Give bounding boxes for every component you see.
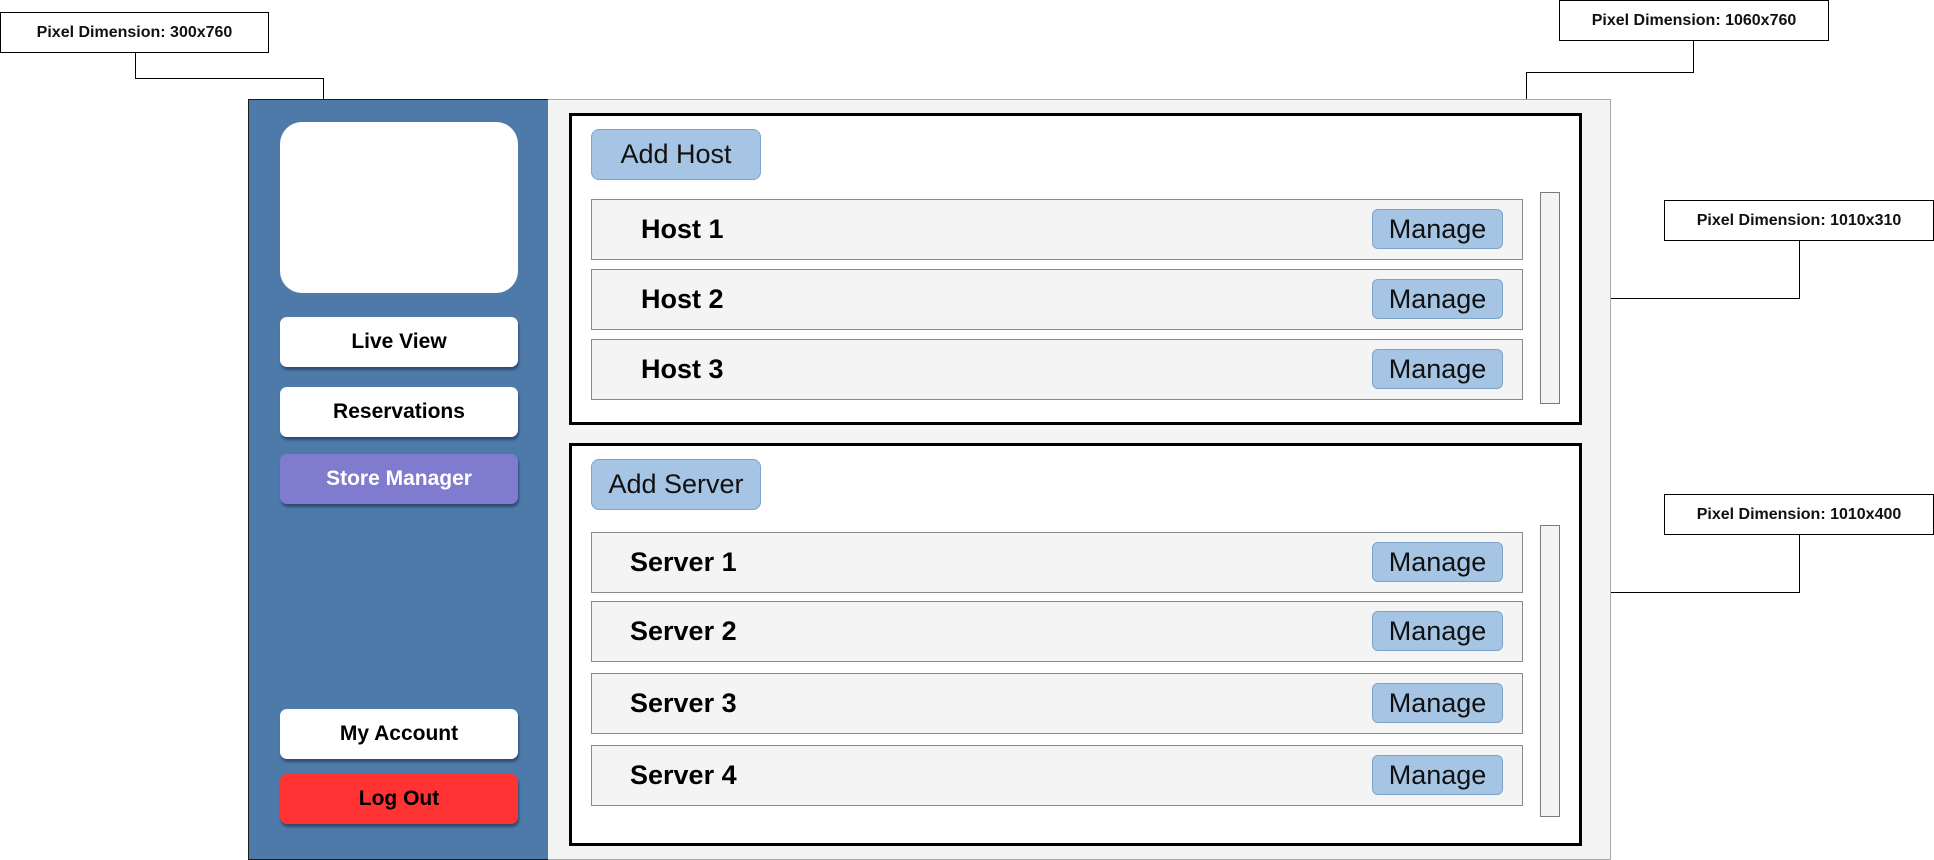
server-list-item: Server 1 Manage <box>591 532 1523 593</box>
annotation-connector <box>1582 298 1800 299</box>
my-account-button[interactable]: My Account <box>280 709 518 759</box>
manage-host-button[interactable]: Manage <box>1372 279 1503 319</box>
annotation-connector <box>1582 592 1800 593</box>
host-name: Host 3 <box>641 354 724 384</box>
host-name: Host 2 <box>641 284 724 314</box>
add-server-button[interactable]: Add Server <box>591 459 761 510</box>
server-name: Server 4 <box>630 760 737 790</box>
servers-scrollbar[interactable] <box>1540 525 1560 817</box>
manage-server-button[interactable]: Manage <box>1372 755 1503 795</box>
server-name: Server 1 <box>630 547 737 577</box>
annotation-connector <box>1799 241 1800 299</box>
annotation-connector <box>135 53 136 78</box>
server-name: Server 2 <box>630 616 737 646</box>
server-list-item: Server 2 Manage <box>591 601 1523 662</box>
nav-live-view-button[interactable]: Live View <box>280 317 518 367</box>
hosts-panel: Add Host Host 1 Manage Host 2 Manage Hos… <box>569 113 1582 425</box>
annotation-sidebar-dimension: Pixel Dimension: 300x760 <box>0 12 269 53</box>
manage-host-button[interactable]: Manage <box>1372 209 1503 249</box>
annotation-connector <box>135 78 324 79</box>
server-list-item: Server 3 Manage <box>591 673 1523 734</box>
nav-reservations-button[interactable]: Reservations <box>280 387 518 437</box>
server-list-item: Server 4 Manage <box>591 745 1523 806</box>
annotation-connector <box>1526 72 1694 73</box>
server-name: Server 3 <box>630 688 737 718</box>
annotation-servers-panel-dimension: Pixel Dimension: 1010x400 <box>1664 494 1934 535</box>
annotation-connector <box>1693 41 1694 72</box>
host-list-item: Host 1 Manage <box>591 199 1523 260</box>
manage-host-button[interactable]: Manage <box>1372 349 1503 389</box>
manage-server-button[interactable]: Manage <box>1372 683 1503 723</box>
add-host-button[interactable]: Add Host <box>591 129 761 180</box>
annotation-connector <box>323 78 324 99</box>
manage-server-button[interactable]: Manage <box>1372 542 1503 582</box>
annotation-connector <box>1799 535 1800 593</box>
annotation-main-dimension: Pixel Dimension: 1060x760 <box>1559 0 1829 41</box>
logo-placeholder <box>280 122 518 293</box>
host-list-item: Host 2 Manage <box>591 269 1523 330</box>
nav-store-manager-button[interactable]: Store Manager <box>280 454 518 504</box>
annotation-hosts-panel-dimension: Pixel Dimension: 1010x310 <box>1664 200 1934 241</box>
servers-panel: Add Server Server 1 Manage Server 2 Mana… <box>569 443 1582 846</box>
host-name: Host 1 <box>641 214 724 244</box>
log-out-button[interactable]: Log Out <box>280 774 518 824</box>
host-list-item: Host 3 Manage <box>591 339 1523 400</box>
manage-server-button[interactable]: Manage <box>1372 611 1503 651</box>
hosts-scrollbar[interactable] <box>1540 192 1560 404</box>
